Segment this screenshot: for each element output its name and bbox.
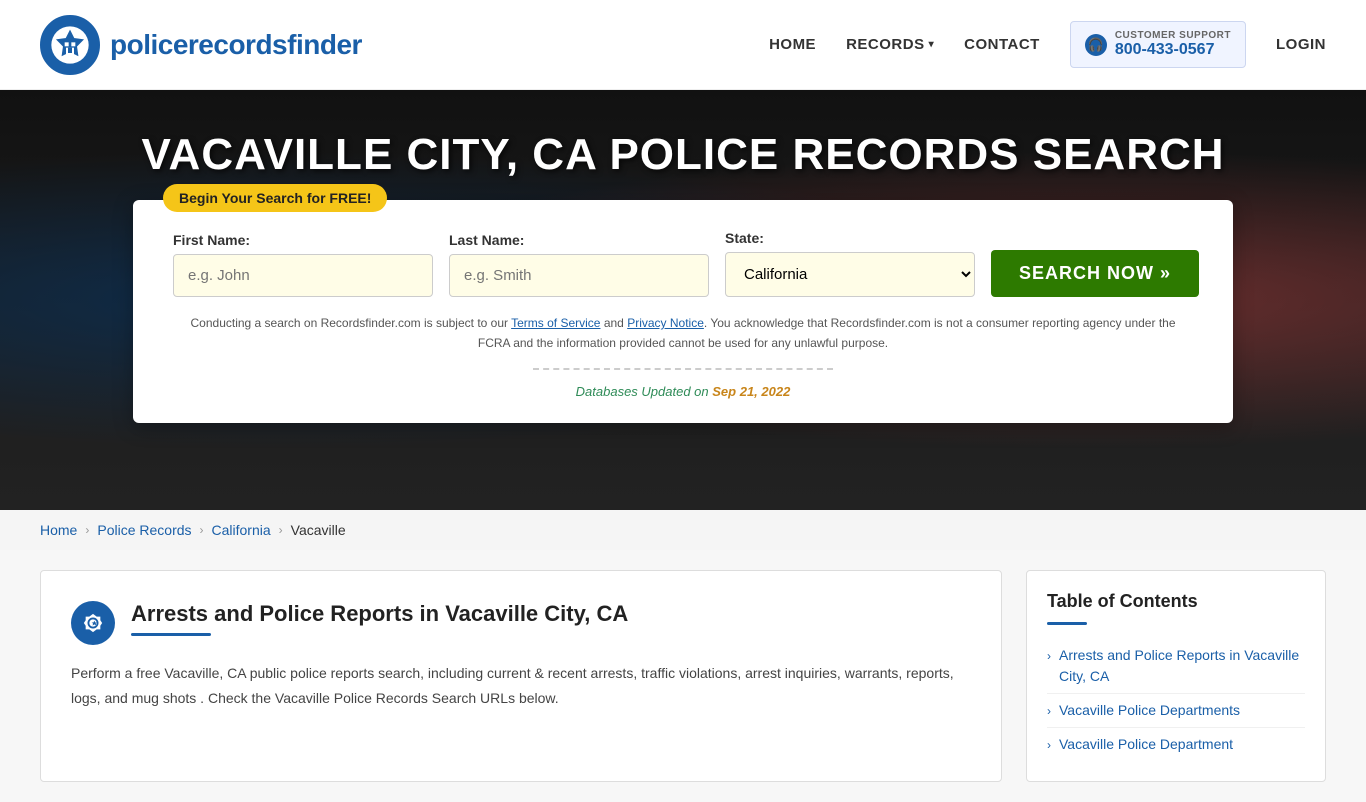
divider: [533, 368, 833, 370]
logo-area[interactable]: policerecordsfinder: [40, 15, 362, 75]
section-header: Arrests and Police Reports in Vacaville …: [71, 601, 971, 645]
toc-divider: [1047, 622, 1087, 625]
last-name-label: Last Name:: [449, 232, 709, 248]
nav-home[interactable]: HOME: [769, 36, 816, 53]
breadcrumb-sep-2: ›: [200, 523, 204, 537]
breadcrumb-police-records[interactable]: Police Records: [97, 522, 191, 538]
free-badge: Begin Your Search for FREE!: [163, 184, 387, 212]
support-text: CUSTOMER SUPPORT 800-433-0567: [1115, 30, 1231, 59]
first-name-input[interactable]: [173, 254, 433, 297]
badge-icon: [71, 601, 115, 645]
section-title-area: Arrests and Police Reports in Vacaville …: [131, 601, 628, 636]
logo-icon: [40, 15, 100, 75]
toc-list: ›Arrests and Police Reports in Vacaville…: [1047, 639, 1305, 761]
logo-text: policerecordsfinder: [110, 29, 362, 61]
customer-support[interactable]: 🎧 CUSTOMER SUPPORT 800-433-0567: [1070, 21, 1246, 68]
breadcrumb-california[interactable]: California: [212, 522, 271, 538]
tos-link[interactable]: Terms of Service: [511, 316, 600, 330]
title-underline: [131, 633, 211, 636]
chevron-right-icon: ›: [1047, 647, 1051, 665]
nav-login[interactable]: LOGIN: [1276, 36, 1326, 53]
toc-item[interactable]: ›Vacaville Police Department: [1047, 728, 1305, 761]
last-name-input[interactable]: [449, 254, 709, 297]
site-header: policerecordsfinder HOME RECORDS ▾ CONTA…: [0, 0, 1366, 90]
nav-records[interactable]: RECORDS ▾: [846, 36, 934, 53]
privacy-link[interactable]: Privacy Notice: [627, 316, 704, 330]
headset-icon: 🎧: [1085, 34, 1107, 56]
section-body: Perform a free Vacaville, CA public poli…: [71, 661, 971, 711]
breadcrumb-current: Vacaville: [291, 522, 346, 538]
chevron-down-icon: ▾: [929, 39, 935, 50]
search-fields: First Name: Last Name: State: AlabamaAla…: [173, 230, 1193, 297]
breadcrumb-sep-3: ›: [279, 523, 283, 537]
disclaimer-text: Conducting a search on Recordsfinder.com…: [173, 313, 1193, 354]
main-nav: HOME RECORDS ▾ CONTACT 🎧 CUSTOMER SUPPOR…: [769, 21, 1326, 68]
search-box: Begin Your Search for FREE! First Name: …: [133, 200, 1233, 423]
content-area: Arrests and Police Reports in Vacaville …: [0, 550, 1366, 802]
section-title: Arrests and Police Reports in Vacaville …: [131, 601, 628, 627]
last-name-field-group: Last Name:: [449, 232, 709, 297]
breadcrumb: Home › Police Records › California › Vac…: [0, 510, 1366, 550]
state-field-group: State: AlabamaAlaskaArizonaArkansasCalif…: [725, 230, 975, 297]
chevron-right-icon: ›: [1047, 702, 1051, 720]
sidebar: Table of Contents ›Arrests and Police Re…: [1026, 570, 1326, 782]
state-select[interactable]: AlabamaAlaskaArizonaArkansasCaliforniaCo…: [725, 252, 975, 297]
hero-title: VACAVILLE CITY, CA POLICE RECORDS SEARCH: [121, 130, 1244, 180]
main-content: Arrests and Police Reports in Vacaville …: [40, 570, 1002, 782]
state-label: State:: [725, 230, 975, 246]
first-name-field-group: First Name:: [173, 232, 433, 297]
breadcrumb-sep-1: ›: [85, 523, 89, 537]
nav-contact[interactable]: CONTACT: [964, 36, 1040, 53]
hero-section: VACAVILLE CITY, CA POLICE RECORDS SEARCH…: [0, 90, 1366, 510]
breadcrumb-home[interactable]: Home: [40, 522, 77, 538]
db-updated: Databases Updated on Sep 21, 2022: [173, 384, 1193, 399]
chevron-right-icon: ›: [1047, 736, 1051, 754]
toc-item[interactable]: ›Vacaville Police Departments: [1047, 694, 1305, 728]
search-button[interactable]: SEARCH NOW »: [991, 250, 1199, 297]
toc-item[interactable]: ›Arrests and Police Reports in Vacaville…: [1047, 639, 1305, 694]
first-name-label: First Name:: [173, 232, 433, 248]
toc-title: Table of Contents: [1047, 591, 1305, 612]
